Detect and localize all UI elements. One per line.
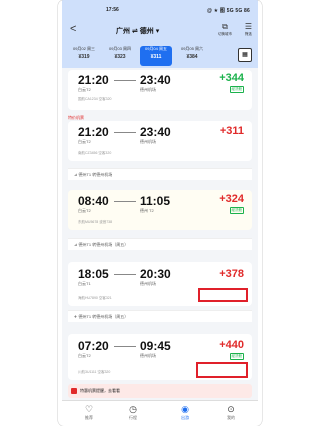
flight-card-2[interactable]: 08:40 11:05 白云T2 德州 T2 +324 经济舱 东航MU5678… [68,190,252,230]
cabin-badge: 经济舱 [229,207,244,214]
status-bar: 17:56 @ ★ 图 5G 5G 86 [62,0,258,18]
route-selector[interactable]: 广州 ⇌ 德州 ▾ [116,26,159,36]
departure-time: 08:40 [78,194,109,208]
transfer-strip-0[interactable]: ⊿ 德州T1 转德州机场 [68,168,252,180]
highlight-box-1 [196,362,248,378]
profile-icon: ⊙ [227,404,235,414]
date-price: ¥323 [114,54,126,60]
flight-card-1[interactable]: 21:20 23:40 白云T2 德州机场 +311 南航CZ3456 空客32… [68,121,252,161]
departure-time: 18:05 [78,267,109,281]
route-line [114,132,136,133]
tab-label: 我的 [227,415,235,420]
status-time: 17:56 [106,7,119,13]
arrival-station: 德州 T2 [140,208,154,213]
filter-button[interactable]: ☰ 筛选 [245,22,252,37]
arrival-time: 23:40 [140,125,171,139]
flight-price: +324 [219,193,244,205]
flight-info: 川航3U1111 空客320 [78,370,111,374]
date-strip: 09月02 周三 ¥319 09月03 周四 ¥323 09月04 周五 ¥31… [62,44,258,68]
route-line [114,346,136,347]
switch-icon: ⧉ [222,22,228,31]
promo-alert-text: 特惠机票提醒，去看看 [80,388,120,393]
departure-time: 07:20 [78,339,109,353]
tab-profile[interactable]: ⊙ 我的 [216,404,246,421]
date-price: ¥384 [186,54,198,60]
flight-price: +311 [219,125,244,137]
date-price: ¥319 [78,54,90,60]
route-line [114,80,136,81]
date-label: 09月03 周四 [108,46,131,51]
route-line [114,274,136,275]
tab-travel[interactable]: ◉ 出游 [170,404,200,421]
departure-time: 21:20 [78,125,109,139]
arrival-time: 11:05 [140,194,171,208]
departure-station: 白云T1 [78,281,91,286]
arrival-station: 德州机场 [140,281,156,286]
arrival-time: 23:40 [140,73,171,87]
switch-city-button[interactable]: ⧉ 切换城市 [218,22,232,37]
arrival-time: 20:30 [140,267,171,281]
flight-card-0[interactable]: 21:20 23:40 白云T2 德州机场 +344 经济舱 国航CA1234 … [68,70,252,110]
arrival-time: 09:45 [140,339,171,353]
filter-icon: ☰ [244,22,252,31]
date-label: 09月04 周五 [144,46,167,51]
trips-icon: ◷ [129,404,137,414]
tab-recommend[interactable]: ♡ 推荐 [74,404,104,421]
bottom-tab-bar: ♡ 推荐 ◷ 行程 ◉ 出游 ⊙ 我的 [62,400,258,426]
alert-icon [71,388,77,394]
flight-price: +344 [219,72,244,84]
date-tab-2[interactable]: 09月04 周五 ¥311 [140,46,172,66]
status-indicators: @ ★ 图 5G 5G 86 [206,8,250,14]
departure-station: 白云T2 [78,208,91,213]
back-icon[interactable]: < [70,23,76,35]
departure-station: 白云T2 [78,139,91,144]
switch-label: 切换城市 [218,32,232,36]
date-tab-3[interactable]: 09月05 周六 ¥384 [176,46,208,66]
highlight-box-0 [198,288,248,302]
phone-screen: 17:56 @ ★ 图 5G 5G 86 < 广州 ⇌ 德州 ▾ ⧉ 切换城市 … [62,0,258,426]
tab-label: 出游 [181,415,189,420]
top-bar: < 广州 ⇌ 德州 ▾ ⧉ 切换城市 ☰ 筛选 [62,18,258,44]
date-tab-1[interactable]: 09月03 周四 ¥323 [104,46,136,66]
cabin-badge: 经济舱 [229,86,244,93]
departure-station: 白云T2 [78,353,91,358]
date-label: 09月05 周六 [180,46,203,51]
cabin-badge: 经济舱 [229,353,244,360]
flight-info: 国航CA1234 空客320 [78,97,112,101]
filter-label: 筛选 [244,32,252,36]
calendar-icon[interactable]: ▦ [238,48,252,62]
tab-label: 推荐 [85,415,93,420]
travel-icon: ◉ [181,404,189,414]
departure-time: 21:20 [78,73,109,87]
arrival-station: 德州机场 [140,353,156,358]
transfer-strip-2[interactable]: ✈ 德州T1 转德州机场（周五） [68,310,252,322]
departure-station: 白云T2 [78,87,91,92]
transfer-strip-1[interactable]: ⊿ 德州T1 转德州机场（周五） [68,238,252,250]
date-price: ¥311 [150,54,162,60]
arrival-station: 德州机场 [140,139,156,144]
flight-info: 东航MU5678 波音738 [78,220,113,224]
promo-alert[interactable]: 特惠机票提醒，去看看 [68,384,252,398]
flight-info: 海航HU7890 空客321 [78,296,112,300]
route-line [114,201,136,202]
date-tab-0[interactable]: 09月02 周三 ¥319 [68,46,100,66]
tab-label: 行程 [129,415,137,420]
flight-info: 南航CZ3456 空客320 [78,151,112,155]
tab-trips[interactable]: ◷ 行程 [118,404,148,421]
flight-price: +440 [219,339,244,351]
recommend-icon: ♡ [84,404,94,414]
arrival-station: 德州机场 [140,87,156,92]
date-label: 09月02 周三 [72,46,95,51]
flight-price: +378 [219,268,244,280]
